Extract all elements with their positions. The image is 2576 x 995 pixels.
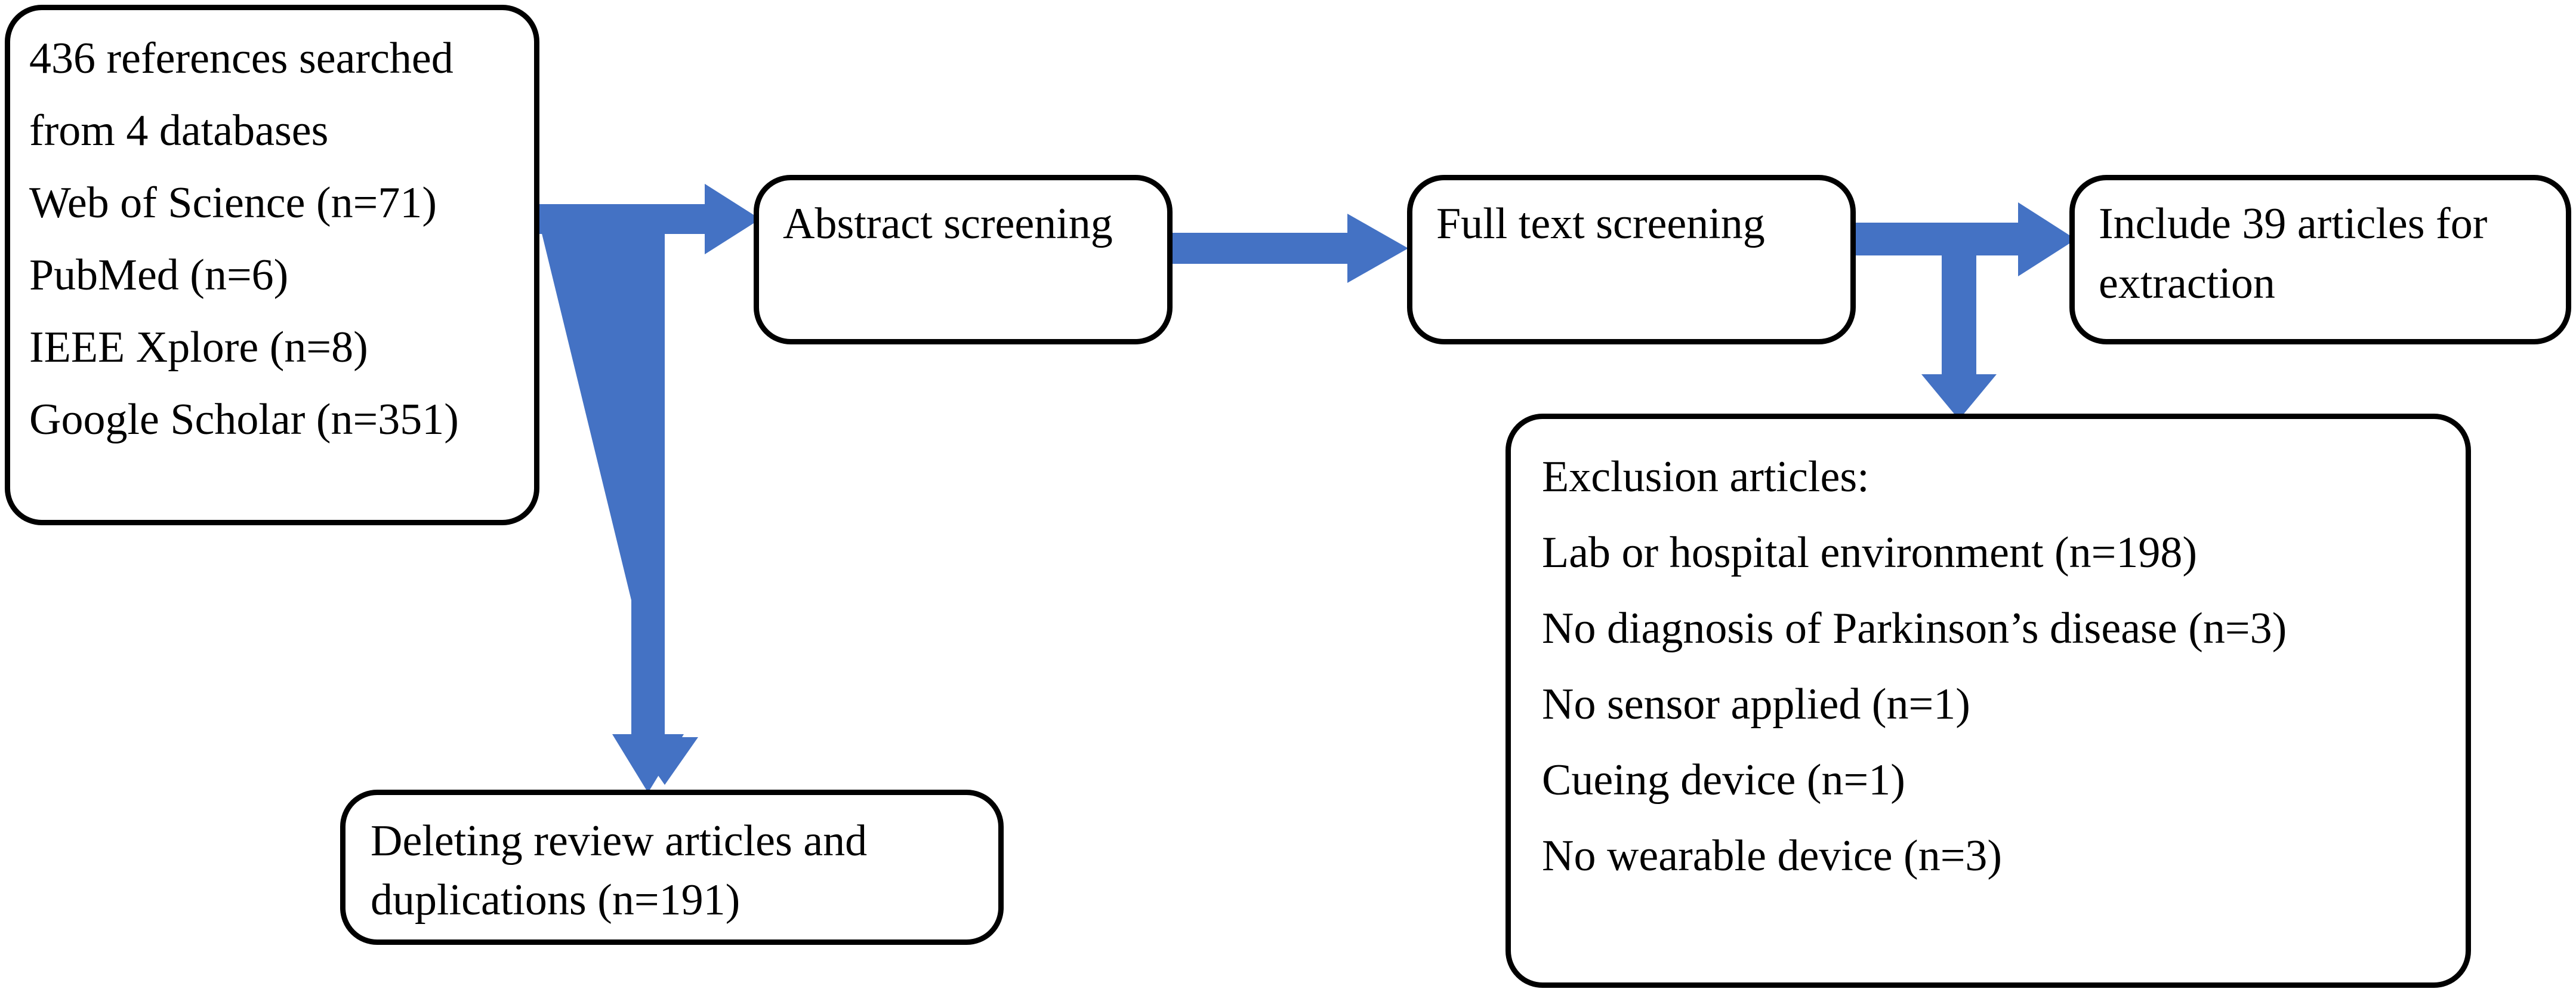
arrow-sources-to-abstract <box>535 184 760 793</box>
exclusion-reason-5: No wearable device (n=3) <box>1542 831 2003 880</box>
box-exclusion-articles: Exclusion articles: Lab or hospital envi… <box>1506 414 2471 988</box>
exclusion-reason-1: Lab or hospital environment (n=198) <box>1542 528 2198 577</box>
search-sources-line-2: from 4 databases <box>29 106 329 155</box>
box-abstract-screening: Abstract screening <box>754 175 1173 344</box>
arrow-fulltext-to-include <box>1853 202 2076 420</box>
include-articles-line-2: extraction <box>2099 259 2275 308</box>
exclusion-heading: Exclusion articles: <box>1542 452 1869 501</box>
abstract-screening-line-1: Abstract screening <box>783 199 1113 248</box>
search-sources-line-6: Google Scholar (n=351) <box>29 395 459 444</box>
arrow-abstract-to-fulltext <box>1171 214 1408 283</box>
search-sources-line-3: Web of Science (n=71) <box>29 178 437 227</box>
box-include-articles: Include 39 articles for extraction <box>2069 175 2571 344</box>
search-sources-line-1: 436 references searched <box>29 34 454 83</box>
full-text-screening-line-1: Full text screening <box>1436 199 1765 248</box>
search-sources-line-4: PubMed (n=6) <box>29 251 289 300</box>
flowchart-canvas: 436 references searched from 4 databases… <box>0 0 2576 995</box>
search-sources-line-5: IEEE Xplore (n=8) <box>29 323 368 372</box>
box-full-text-screening: Full text screening <box>1407 175 1856 344</box>
deleting-review-line-2: duplications (n=191) <box>371 876 741 925</box>
exclusion-reason-4: Cueing device (n=1) <box>1542 756 1905 805</box>
exclusion-reason-3: No sensor applied (n=1) <box>1542 680 1970 729</box>
deleting-review-line-1: Deleting review articles and <box>371 817 868 865</box>
exclusion-reason-2: No diagnosis of Parkinson’s disease (n=3… <box>1542 604 2287 653</box>
box-search-sources: 436 references searched from 4 databases… <box>5 5 539 525</box>
box-deleting-review-articles: Deleting review articles and duplication… <box>340 790 1004 945</box>
include-articles-line-1: Include 39 articles for <box>2099 199 2488 248</box>
